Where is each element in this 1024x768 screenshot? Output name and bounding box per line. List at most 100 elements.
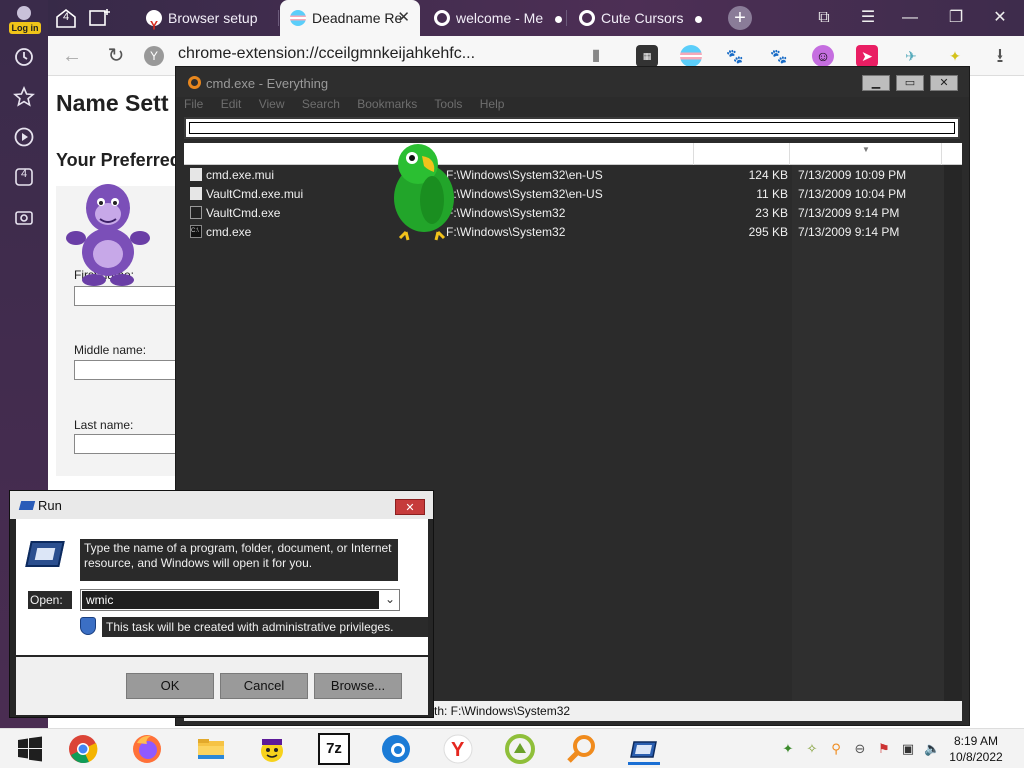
middle-name-label: Middle name: xyxy=(74,343,147,357)
column-size[interactable] xyxy=(694,143,790,165)
open-input[interactable]: wmic xyxy=(82,591,379,609)
everything-search-input[interactable] xyxy=(184,117,960,139)
bookmarks-star-icon[interactable] xyxy=(13,85,35,108)
clock-date: 10/8/2022 xyxy=(949,750,1003,764)
menu-view[interactable]: View xyxy=(259,97,285,111)
minimize-icon[interactable]: ▁ xyxy=(862,75,890,91)
everything-search-icon[interactable] xyxy=(566,733,598,765)
everything-titlebar[interactable]: cmd.exe - Everything ▁ ▭ ✕ xyxy=(176,67,969,97)
firefox-icon[interactable] xyxy=(131,733,163,765)
windows-start-icon[interactable] xyxy=(14,733,46,765)
user-avatar-icon xyxy=(17,6,31,20)
download-icon[interactable]: ⭳ xyxy=(988,44,1012,68)
tab-deadname-replacer[interactable]: Deadname Re ✕ xyxy=(280,0,420,36)
unread-dot xyxy=(695,15,703,23)
tab-browser-setup[interactable]: Y Browser setup xyxy=(136,0,276,36)
tray-volume-icon[interactable]: 🔈 xyxy=(924,741,940,757)
extension-paw-icon[interactable]: 🐾 xyxy=(724,45,746,67)
restore-icon[interactable]: ❐ xyxy=(942,6,970,30)
game-icon[interactable] xyxy=(504,733,536,765)
menu-search[interactable]: Search xyxy=(302,97,340,111)
menu-file[interactable]: File xyxy=(184,97,203,111)
result-row[interactable]: VaultCmd.exe F:\Windows\System32 23 KB 7… xyxy=(184,203,944,222)
cmd-icon: C:\ xyxy=(190,225,202,238)
tab-title: Browser setup xyxy=(168,10,258,26)
tray-parrot-icon[interactable]: ✦ xyxy=(780,741,796,757)
tray-status-icon[interactable]: ⊖ xyxy=(852,741,868,757)
parrot-mascot-icon[interactable] xyxy=(388,140,458,242)
media-play-icon[interactable] xyxy=(13,126,35,148)
exe-icon xyxy=(190,206,202,219)
tray-flag-icon[interactable]: ⚑ xyxy=(876,741,892,757)
circle-icon xyxy=(434,10,450,26)
extension-smiley-icon[interactable]: ☺ xyxy=(812,45,834,67)
browse-button[interactable]: Browse... xyxy=(314,673,402,699)
tab-cute-cursors[interactable]: Cute Cursors xyxy=(569,0,709,36)
run-taskbar-icon[interactable] xyxy=(628,733,660,765)
close-icon[interactable]: ✕ xyxy=(395,499,425,515)
menu-bookmarks[interactable]: Bookmarks xyxy=(357,97,417,111)
results-column-header: ▼ xyxy=(184,143,962,165)
tab-welcome[interactable]: welcome - Me xyxy=(424,0,564,36)
cancel-button[interactable]: Cancel xyxy=(220,673,308,699)
tab-bar: 4 Y Browser setup Deadname Re ✕ welcome … xyxy=(48,0,1024,36)
tabs-overview-icon[interactable]: 4 xyxy=(54,6,78,30)
tab-title: Deadname Re xyxy=(312,10,403,26)
chevron-down-icon[interactable]: ⌄ xyxy=(385,592,395,606)
system-clock[interactable]: 8:19 AM 10/8/2022 xyxy=(946,733,1006,765)
reload-icon[interactable]: ↻ xyxy=(104,44,128,68)
login-button[interactable]: Log in xyxy=(5,2,43,34)
menu-edit[interactable]: Edit xyxy=(221,97,242,111)
results-scrollbar[interactable] xyxy=(944,165,962,701)
bookmark-icon[interactable]: ▮ xyxy=(584,44,608,68)
close-icon[interactable]: ✕ xyxy=(930,75,958,91)
url-field[interactable]: chrome-extension://cceilgmnkeijahkehfc..… xyxy=(178,45,475,63)
extension-pixel-icon[interactable]: ▦ xyxy=(636,45,658,67)
history-icon[interactable] xyxy=(13,46,35,68)
menu-help[interactable]: Help xyxy=(480,97,505,111)
tray-network-icon[interactable]: ▣ xyxy=(900,741,916,757)
close-window-icon[interactable]: ✕ xyxy=(986,6,1014,30)
menu-tools[interactable]: Tools xyxy=(434,97,462,111)
maximize-icon[interactable]: ▭ xyxy=(896,75,924,91)
tray-everything-icon[interactable]: ⚲ xyxy=(828,741,844,757)
minimize-icon[interactable]: — xyxy=(896,6,924,30)
screenshot-camera-icon[interactable] xyxy=(13,206,35,228)
chrome-icon[interactable] xyxy=(67,733,99,765)
back-icon[interactable]: ← xyxy=(60,44,84,68)
open-combobox[interactable]: wmic ⌄ xyxy=(80,589,400,611)
ok-button[interactable]: OK xyxy=(126,673,214,699)
result-row[interactable]: cmd.exe.mui F:\Windows\System32\en-US 12… xyxy=(184,165,944,184)
login-label: Log in xyxy=(9,22,41,34)
svg-text:Y: Y xyxy=(150,19,158,33)
admin-privileges-note: This task will be created with administr… xyxy=(102,617,428,637)
result-row[interactable]: VaultCmd.exe.mui F:\Windows\System32\en-… xyxy=(184,184,944,203)
run-app-icon xyxy=(18,501,36,510)
tray-bird-icon[interactable]: ✧ xyxy=(804,741,820,757)
new-tab-plus-icon[interactable]: + xyxy=(728,6,752,30)
extension-bird-icon[interactable]: ✈ xyxy=(900,45,922,67)
extension-brown-paw-icon[interactable]: 🐾 xyxy=(768,45,790,67)
sort-arrow-icon: ▼ xyxy=(862,145,870,154)
run-body: Type the name of a program, folder, docu… xyxy=(16,519,428,655)
bonzi-buddy-mascot-icon[interactable] xyxy=(62,176,154,288)
collections-icon[interactable]: ⧉ xyxy=(810,6,838,30)
run-dialog: Run ✕ Type the name of a program, folder… xyxy=(9,490,434,718)
file-explorer-icon[interactable] xyxy=(195,733,227,765)
extension-trans-flag-icon[interactable] xyxy=(680,45,702,67)
extension-sparkle-icon[interactable]: ✦ xyxy=(944,45,966,67)
new-tab-group-icon[interactable] xyxy=(88,6,112,30)
edge-icon[interactable] xyxy=(380,733,412,765)
extension-cursor-icon[interactable]: ➤ xyxy=(856,45,878,67)
uac-shield-icon xyxy=(80,617,96,635)
unread-dot xyxy=(555,15,563,23)
run-titlebar[interactable]: Run ✕ xyxy=(10,491,433,519)
menu-icon[interactable]: ☰ xyxy=(854,6,882,30)
last-name-label: Last name: xyxy=(74,418,134,432)
7zip-icon[interactable]: 7z xyxy=(318,733,350,765)
result-row[interactable]: C:\ cmd.exe F:\Windows\System32 295 KB 7… xyxy=(184,222,944,241)
site-info-icon[interactable]: Y xyxy=(144,46,164,66)
yahoo-messenger-icon[interactable] xyxy=(256,733,288,765)
close-tab-icon[interactable]: ✕ xyxy=(397,0,410,36)
yandex-browser-icon[interactable]: Y xyxy=(442,733,474,765)
